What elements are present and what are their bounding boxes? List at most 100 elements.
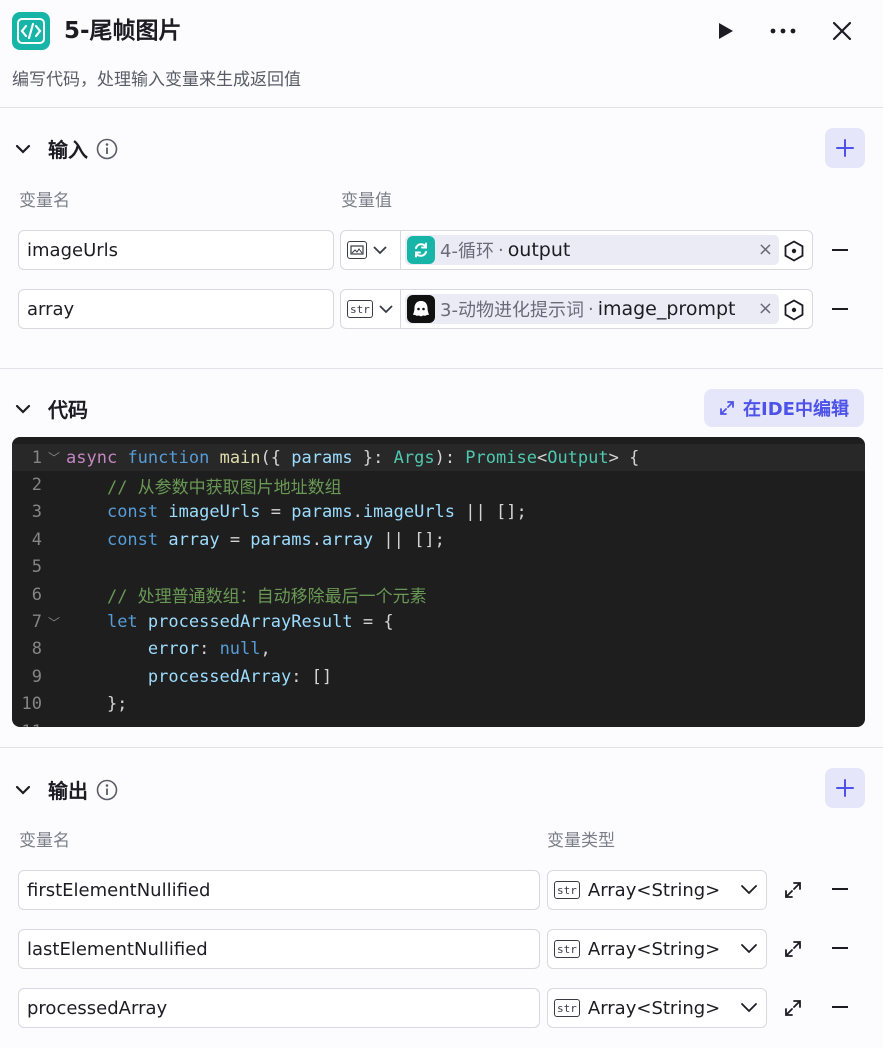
code-editor[interactable]: 1 ﹀ async function main({ params }: Args):… [12,437,865,727]
code-line: 8 error: null, [31,639,271,660]
ref-node-name: 4-循环 [440,241,494,262]
expand-button[interactable] [781,878,805,902]
input-section-header[interactable]: 输入 [12,134,118,163]
output-type-label: Array<String> [587,879,721,901]
add-output-button[interactable] [825,768,865,808]
input-value-field[interactable]: str 3-动物进化提示词 · image_prompt × [340,289,813,329]
chevron-down-icon [12,398,34,420]
loop-icon [407,236,435,264]
input-name-field[interactable]: array [18,289,334,329]
type-selector[interactable] [341,231,401,269]
output-name-field[interactable]: firstElementNullified [18,870,540,910]
chevron-down-icon [741,944,757,954]
run-button[interactable] [706,12,744,50]
expand-button[interactable] [781,996,805,1020]
info-icon[interactable] [96,138,118,160]
expand-icon [720,401,734,415]
minus-icon [832,1006,848,1008]
section-divider [0,368,883,369]
info-icon[interactable] [96,779,118,801]
remove-ref-icon[interactable]: × [758,239,773,261]
plus-icon [836,779,854,797]
expand-button[interactable] [781,937,805,961]
remove-output-button[interactable] [828,936,852,960]
input-value-column-label: 变量值 [341,191,392,211]
code-line: 4 const array = params.array || []; [31,529,445,550]
expand-icon [785,882,801,898]
more-icon [770,28,796,34]
close-icon [832,21,852,41]
code-line: 7 ﹀ let processedArrayResult = { [31,612,394,633]
remove-input-button[interactable] [828,238,852,262]
output-type-select[interactable]: str Array<String> [547,929,767,969]
node-header: 5-尾帧图片 编写代码，处理输入变量来生成返回值 [0,0,883,108]
ref-separator: · [587,298,594,320]
chevron-down-icon [379,305,393,313]
ref-variable-name: output [507,239,571,261]
input-value-field[interactable]: 4-循环 · output × [340,230,813,270]
minus-icon [832,249,848,251]
add-input-button[interactable] [825,128,865,168]
expand-icon [785,1000,801,1016]
remove-ref-icon[interactable]: × [758,298,773,320]
section-divider [0,747,883,748]
chevron-down-icon [12,779,34,801]
str-type-icon: str [554,999,580,1017]
minus-icon [832,947,848,949]
output-name-column-label: 变量名 [19,831,70,851]
chevron-down-icon [741,885,757,895]
output-type-label: Array<String> [587,997,721,1019]
edit-in-ide-button[interactable]: 在IDE中编辑 [704,389,864,427]
variable-picker-icon[interactable] [782,298,806,322]
variable-reference-tag[interactable]: 3-动物进化提示词 · image_prompt × [405,294,779,324]
output-name-field[interactable]: processedArray [18,988,540,1028]
remove-output-button[interactable] [828,877,852,901]
chevron-down-icon [12,138,34,160]
code-line: 11 [12,718,865,727]
code-section-header[interactable]: 代码 [12,394,88,423]
close-button[interactable] [823,12,861,50]
str-type-icon: str [554,940,580,958]
play-icon [719,23,733,39]
ref-variable-name: image_prompt [597,298,736,320]
edit-in-ide-label: 在IDE中编辑 [743,399,849,420]
node-title[interactable]: 5-尾帧图片 [64,14,182,48]
output-section-header[interactable]: 输出 [12,775,118,804]
code-icon [12,12,50,50]
type-selector[interactable]: str [341,290,401,328]
plus-icon [836,139,854,157]
str-type-icon: str [347,300,373,318]
code-line: 9 processedArray: [] [31,666,333,687]
output-type-label: Array<String> [587,938,721,960]
expand-icon [785,941,801,957]
llm-icon [407,295,435,323]
code-line: 10 }; [21,694,128,715]
input-name-field[interactable]: imageUrls [18,230,334,270]
ref-separator: · [497,239,504,261]
output-name-field[interactable]: lastElementNullified [18,929,540,969]
ref-node-name: 3-动物进化提示词 [440,300,584,321]
output-type-select[interactable]: str Array<String> [547,988,767,1028]
code-line: 2 // 从参数中获取图片地址数组 [31,475,342,498]
minus-icon [832,888,848,890]
chevron-down-icon [741,1003,757,1013]
output-type-select[interactable]: str Array<String> [547,870,767,910]
input-section-title: 输入 [48,138,88,162]
output-type-column-label: 变量类型 [547,831,615,851]
variable-picker-icon[interactable] [782,239,806,263]
output-section-title: 输出 [48,779,88,803]
code-line: 5 [31,557,42,578]
variable-reference-tag[interactable]: 4-循环 · output × [405,235,779,265]
str-type-icon: str [554,881,580,899]
minus-icon [832,308,848,310]
more-button[interactable] [764,12,802,50]
remove-output-button[interactable] [828,995,852,1019]
code-line: 1 ﹀ async function main({ params }: Args):… [12,444,865,472]
input-name-column-label: 变量名 [19,191,70,211]
node-description: 编写代码，处理输入变量来生成返回值 [12,70,301,90]
code-line: 3 const imageUrls = params.imageUrls || … [31,502,527,523]
image-type-icon [347,241,367,259]
chevron-down-icon [373,246,387,254]
code-section-title: 代码 [48,398,88,422]
remove-input-button[interactable] [828,297,852,321]
